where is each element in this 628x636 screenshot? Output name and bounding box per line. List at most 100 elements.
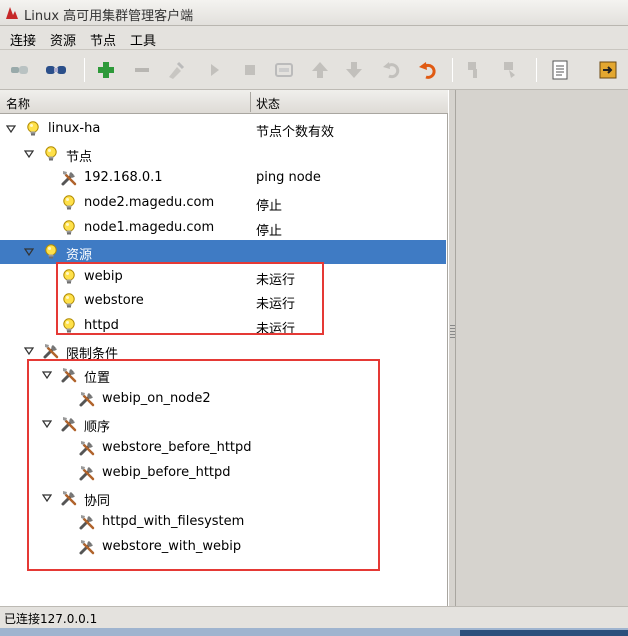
app-logo-icon [6, 7, 18, 19]
node-label: node1.magedu.com [84, 220, 215, 235]
tree-row-constraint[interactable]: webstore_with_webip [0, 535, 446, 559]
tools-icon [60, 366, 78, 384]
tools-icon [78, 538, 96, 556]
tree-row-nodes-group[interactable]: 节点 [0, 142, 446, 166]
expander-icon[interactable] [24, 346, 34, 356]
tools-icon [78, 439, 96, 457]
tree-row-resource[interactable]: webstore 未运行 [0, 289, 446, 313]
migrate-icon[interactable] [272, 58, 296, 82]
menu-resources[interactable]: 资源 [50, 30, 76, 49]
ping-node-icon [60, 169, 78, 187]
remove-icon[interactable] [130, 58, 154, 82]
tree-row-node[interactable]: 192.168.0.1 ping node [0, 166, 446, 190]
title-bar: Linux 高可用集群管理客户端 [0, 0, 628, 26]
add-icon[interactable] [94, 58, 118, 82]
resource-label: webip [84, 269, 123, 284]
tree-row-node[interactable]: node1.magedu.com 停止 [0, 216, 446, 240]
node-status: 停止 [256, 224, 283, 239]
resources-group-label: 资源 [66, 248, 93, 263]
tree-row-location-group[interactable]: 位置 [0, 363, 446, 387]
expander-icon[interactable] [42, 419, 52, 429]
menu-tools[interactable]: 工具 [130, 30, 156, 49]
bulb-icon [42, 145, 60, 163]
expander-icon[interactable] [24, 247, 34, 257]
node-status: 停止 [256, 199, 283, 214]
tools-icon [78, 464, 96, 482]
tree-row-constraint[interactable]: webip_before_httpd [0, 461, 446, 485]
undo-icon[interactable] [380, 58, 404, 82]
tree-row-order-group[interactable]: 顺序 [0, 412, 446, 436]
bulb-icon [60, 219, 78, 237]
expander-icon[interactable] [42, 493, 52, 503]
tree-row-constraint[interactable]: httpd_with_filesystem [0, 510, 446, 534]
tree-row-constraint[interactable]: webip_on_node2 [0, 387, 446, 411]
menu-bar: 连接 资源 节点 工具 [0, 26, 628, 50]
node-label: node2.magedu.com [84, 195, 215, 210]
bulb-icon [60, 292, 78, 310]
expander-icon[interactable] [42, 370, 52, 380]
disconnect-icon[interactable] [44, 58, 68, 82]
bulb-icon [42, 243, 60, 261]
tools-icon [78, 513, 96, 531]
tree-row-constraint[interactable]: webstore_before_httpd [0, 436, 446, 460]
tree-header: 名称 状态 [0, 90, 448, 114]
active-icon[interactable] [498, 58, 522, 82]
start-icon[interactable] [202, 58, 226, 82]
constraints-group-label: 限制条件 [66, 347, 119, 362]
tree-row-resource[interactable]: httpd 未运行 [0, 314, 446, 338]
tree-row-resources-group[interactable]: 资源 [0, 240, 446, 264]
location-group-label: 位置 [84, 371, 111, 386]
tree-row-resource[interactable]: webip 未运行 [0, 265, 446, 289]
constraint-label: webstore_with_webip [102, 539, 242, 554]
resource-label: webstore [84, 293, 144, 308]
expander-icon[interactable] [24, 149, 34, 159]
order-group-label: 顺序 [84, 420, 111, 435]
refresh-icon[interactable] [416, 58, 440, 82]
connect-icon[interactable] [8, 58, 32, 82]
tree-row-cluster[interactable]: linux-ha 节点个数有效 [0, 117, 446, 141]
tools-icon [78, 390, 96, 408]
resource-tree-pane: 名称 状态 linux-ha 节点个数有效 节点 192.168.0.1 pin… [0, 90, 448, 606]
tree-row-colocation-group[interactable]: 协同 [0, 486, 446, 510]
menu-connect[interactable]: 连接 [10, 30, 36, 49]
bulb-icon [60, 194, 78, 212]
toolbar-separator [536, 58, 537, 82]
connection-status: 已连接127.0.0.1 [4, 612, 98, 626]
exit-icon[interactable] [596, 58, 620, 82]
tree-row-constraints-group[interactable]: 限制条件 [0, 339, 446, 363]
resource-status: 未运行 [256, 297, 296, 312]
bulb-icon [60, 317, 78, 335]
resource-label: httpd [84, 318, 119, 333]
cluster-label: linux-ha [48, 121, 101, 136]
toolbar-separator [84, 58, 85, 82]
column-divider[interactable] [250, 92, 251, 112]
taskbar-strip [0, 628, 628, 636]
toolbar-separator [452, 58, 453, 82]
tree-row-node[interactable]: node2.magedu.com 停止 [0, 191, 446, 215]
node-label: 192.168.0.1 [84, 170, 163, 185]
column-name-header[interactable]: 名称 [6, 95, 30, 112]
colocation-group-label: 协同 [84, 494, 111, 509]
cluster-status: 节点个数有效 [256, 125, 335, 140]
window-title: Linux 高可用集群管理客户端 [24, 9, 194, 24]
column-status-header[interactable]: 状态 [256, 95, 280, 112]
taskbar-tab[interactable] [460, 630, 628, 636]
tools-icon [42, 342, 60, 360]
menu-nodes[interactable]: 节点 [90, 30, 116, 49]
bulb-icon [60, 268, 78, 286]
tools-icon [60, 415, 78, 433]
status-bar: 已连接127.0.0.1 [0, 606, 628, 628]
stop-icon[interactable] [238, 58, 262, 82]
pane-splitter[interactable] [448, 90, 456, 606]
bulb-icon [24, 120, 42, 138]
cleanup-icon[interactable] [164, 58, 188, 82]
move-down-icon[interactable] [342, 58, 366, 82]
expander-icon[interactable] [6, 124, 16, 134]
constraint-label: webstore_before_httpd [102, 440, 252, 455]
move-up-icon[interactable] [308, 58, 332, 82]
log-icon[interactable] [548, 58, 572, 82]
node-status: ping node [256, 170, 321, 185]
splitter-grip[interactable] [450, 325, 455, 339]
standby-icon[interactable] [462, 58, 486, 82]
constraint-label: httpd_with_filesystem [102, 514, 245, 529]
